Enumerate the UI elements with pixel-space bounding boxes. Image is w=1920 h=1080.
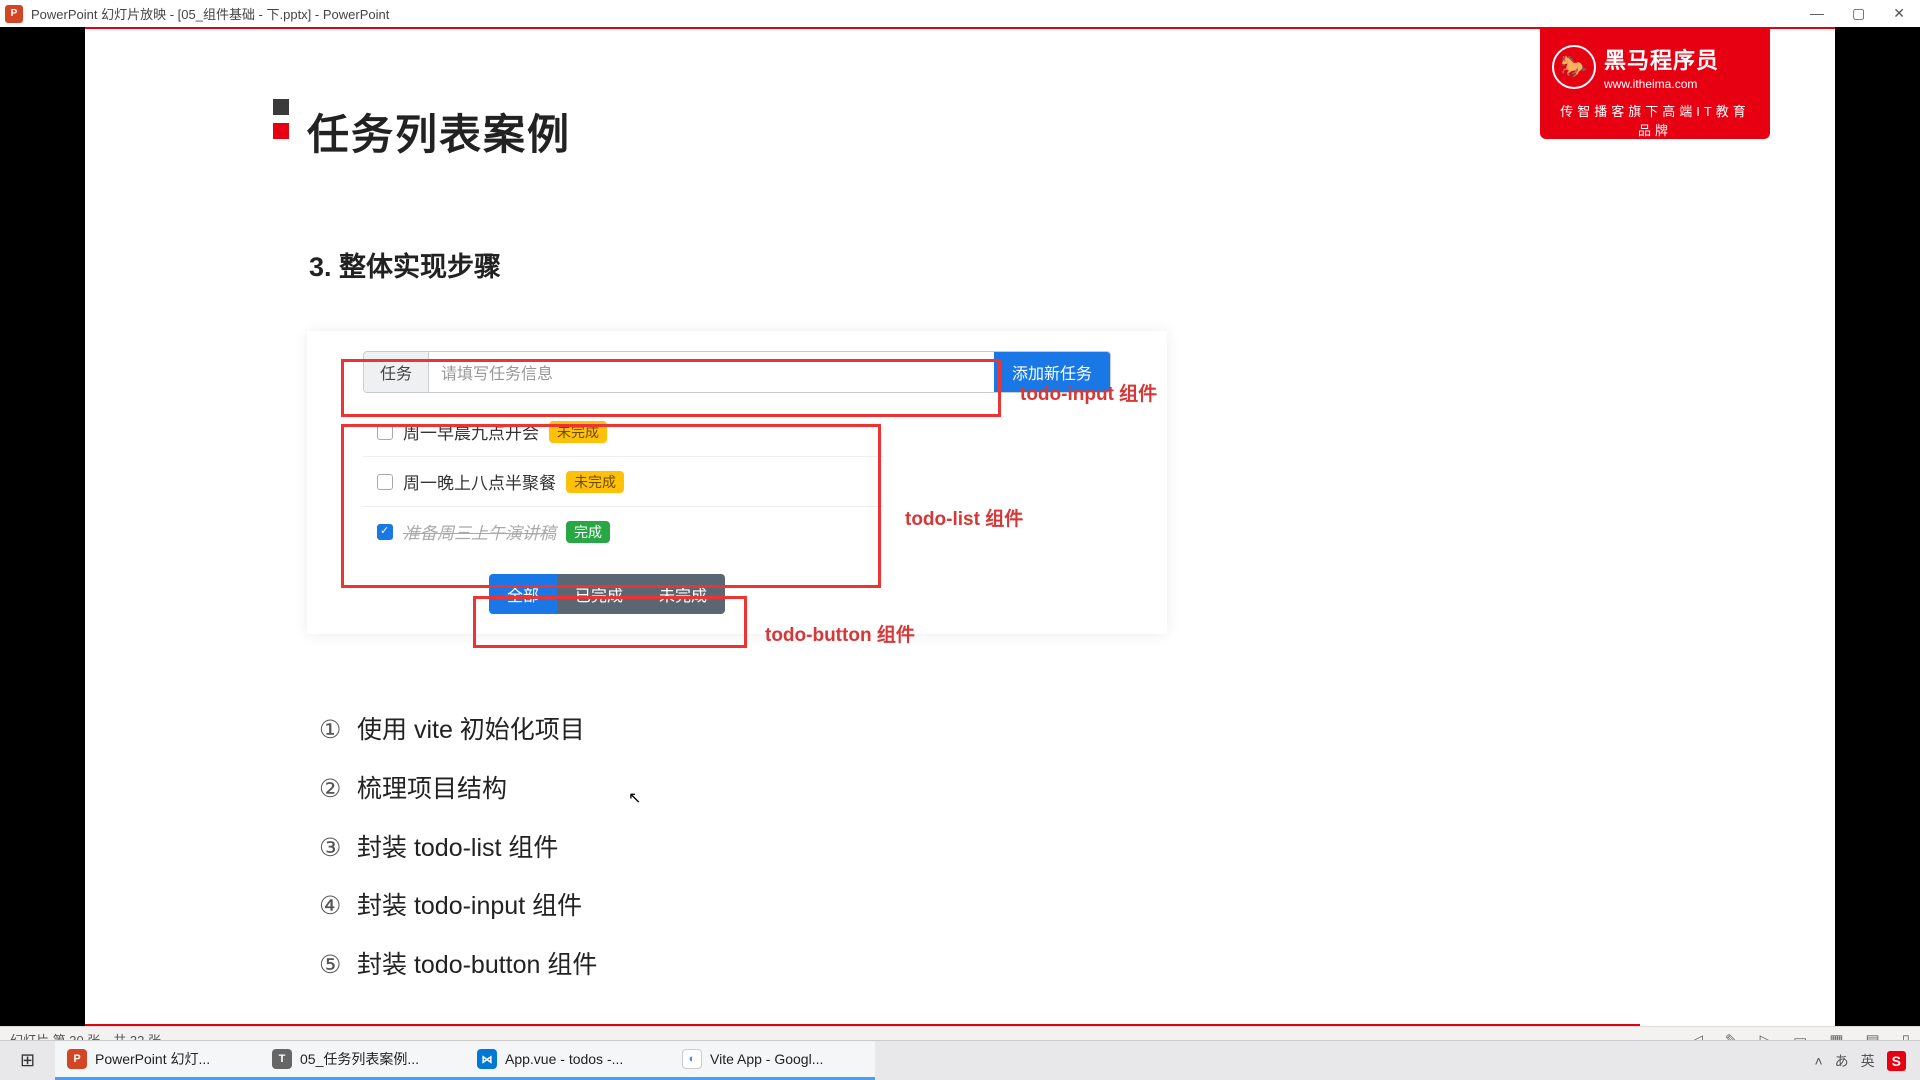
- checkbox-checked-icon[interactable]: [377, 524, 393, 540]
- brand-name: 黑马程序员: [1604, 43, 1719, 75]
- todo-demo: 任务 请填写任务信息 添加新任务 周一早晨九点开会 未完成 周一晚上八点半聚餐 …: [307, 331, 1167, 634]
- todo-text: 准备周三上午演讲稿: [403, 519, 556, 544]
- todo-list: 周一早晨九点开会 未完成 周一晚上八点半聚餐 未完成 准备周三上午演讲稿 完成: [363, 403, 883, 564]
- step-item: ⑤封装 todo-button 组件: [319, 936, 597, 995]
- tray-chevron-icon[interactable]: ˄: [1814, 1053, 1822, 1069]
- close-icon[interactable]: ✕: [1893, 5, 1905, 22]
- powerpoint-icon: P: [67, 1049, 87, 1069]
- status-badge: 完成: [566, 521, 610, 543]
- ime-app-icon[interactable]: S: [1887, 1051, 1906, 1071]
- maximize-icon[interactable]: ▢: [1852, 5, 1865, 22]
- input-prefix-label: 任务: [364, 352, 429, 392]
- filter-done-button[interactable]: 已完成: [557, 574, 641, 614]
- brand-tagline: 传智播客旗下高端IT教育品牌: [1552, 101, 1758, 139]
- filter-undone-button[interactable]: 未完成: [641, 574, 725, 614]
- step-item: ②梳理项目结构: [319, 760, 597, 819]
- brand-logo-icon: 🐎: [1552, 45, 1596, 89]
- status-badge: 未完成: [549, 421, 607, 443]
- brand-badge: 🐎 黑马程序员 www.itheima.com 传智播客旗下高端IT教育品牌: [1540, 29, 1770, 139]
- slideshow-area[interactable]: 任务列表案例 🐎 黑马程序员 www.itheima.com 传智播客旗下高端I…: [0, 27, 1920, 1040]
- step-item: ①使用 vite 初始化项目: [319, 701, 597, 760]
- windows-taskbar: ⊞ P PowerPoint 幻灯... T 05_任务列表案例... ⋈ Ap…: [0, 1040, 1920, 1080]
- taskbar-item-powerpoint[interactable]: P PowerPoint 幻灯...: [55, 1041, 260, 1080]
- todo-text: 周一晚上八点半聚餐: [403, 469, 556, 494]
- taskbar-label: 05_任务列表案例...: [300, 1049, 419, 1069]
- status-badge: 未完成: [566, 471, 624, 493]
- slide-content: 任务列表案例 🐎 黑马程序员 www.itheima.com 传智播客旗下高端I…: [85, 27, 1835, 1040]
- text-file-icon: T: [272, 1049, 292, 1069]
- taskbar-item-text[interactable]: T 05_任务列表案例...: [260, 1041, 465, 1080]
- annotation-label-input: todo-input 组件: [1020, 379, 1157, 406]
- start-button[interactable]: ⊞: [0, 1041, 55, 1080]
- annotation-label-list: todo-list 组件: [905, 504, 1023, 531]
- checkbox-icon[interactable]: [377, 474, 393, 490]
- title-bullets: [273, 99, 289, 139]
- brand-url: www.itheima.com: [1604, 77, 1719, 91]
- slide-subtitle: 3. 整体实现步骤: [309, 245, 501, 284]
- taskbar-item-vscode[interactable]: ⋈ App.vue - todos -...: [465, 1041, 670, 1080]
- filter-all-button[interactable]: 全部: [489, 574, 557, 614]
- window-title: PowerPoint 幻灯片放映 - [05_组件基础 - 下.pptx] - …: [31, 4, 389, 23]
- annotation-label-button: todo-button 组件: [765, 620, 915, 647]
- slide-title: 任务列表案例: [307, 101, 571, 162]
- cursor-icon: ↖: [628, 788, 641, 808]
- task-input[interactable]: 请填写任务信息: [429, 352, 994, 392]
- todo-text: 周一早晨九点开会: [403, 419, 539, 444]
- step-item: ③封装 todo-list 组件: [319, 819, 597, 878]
- minimize-icon[interactable]: —: [1810, 5, 1824, 22]
- vscode-icon: ⋈: [477, 1049, 497, 1069]
- todo-item: 周一早晨九点开会 未完成: [363, 407, 883, 457]
- step-item: ④封装 todo-input 组件: [319, 877, 597, 936]
- window-titlebar: P PowerPoint 幻灯片放映 - [05_组件基础 - 下.pptx] …: [0, 0, 1920, 27]
- taskbar-label: PowerPoint 幻灯...: [95, 1049, 210, 1069]
- checkbox-icon[interactable]: [377, 424, 393, 440]
- taskbar-label: Vite App - Googl...: [710, 1051, 823, 1067]
- ime-indicator[interactable]: あ: [1835, 1051, 1849, 1071]
- taskbar-item-chrome[interactable]: ◐ Vite App - Googl...: [670, 1041, 875, 1080]
- todo-input-group: 任务 请填写任务信息 添加新任务: [363, 351, 1111, 393]
- steps-list: ①使用 vite 初始化项目 ②梳理项目结构 ③封装 todo-list 组件 …: [319, 701, 597, 995]
- powerpoint-icon: P: [5, 5, 23, 23]
- bullet-square: [273, 123, 289, 139]
- chrome-icon: ◐: [682, 1049, 702, 1069]
- todo-item: 周一晚上八点半聚餐 未完成: [363, 457, 883, 507]
- taskbar-label: App.vue - todos -...: [505, 1051, 623, 1067]
- todo-item: 准备周三上午演讲稿 完成: [363, 507, 883, 556]
- todo-filter-group: 全部 已完成 未完成: [489, 574, 725, 614]
- bullet-square: [273, 99, 289, 115]
- ime-indicator[interactable]: 英: [1861, 1051, 1875, 1071]
- system-tray: ˄ あ 英 S: [1800, 1041, 1920, 1080]
